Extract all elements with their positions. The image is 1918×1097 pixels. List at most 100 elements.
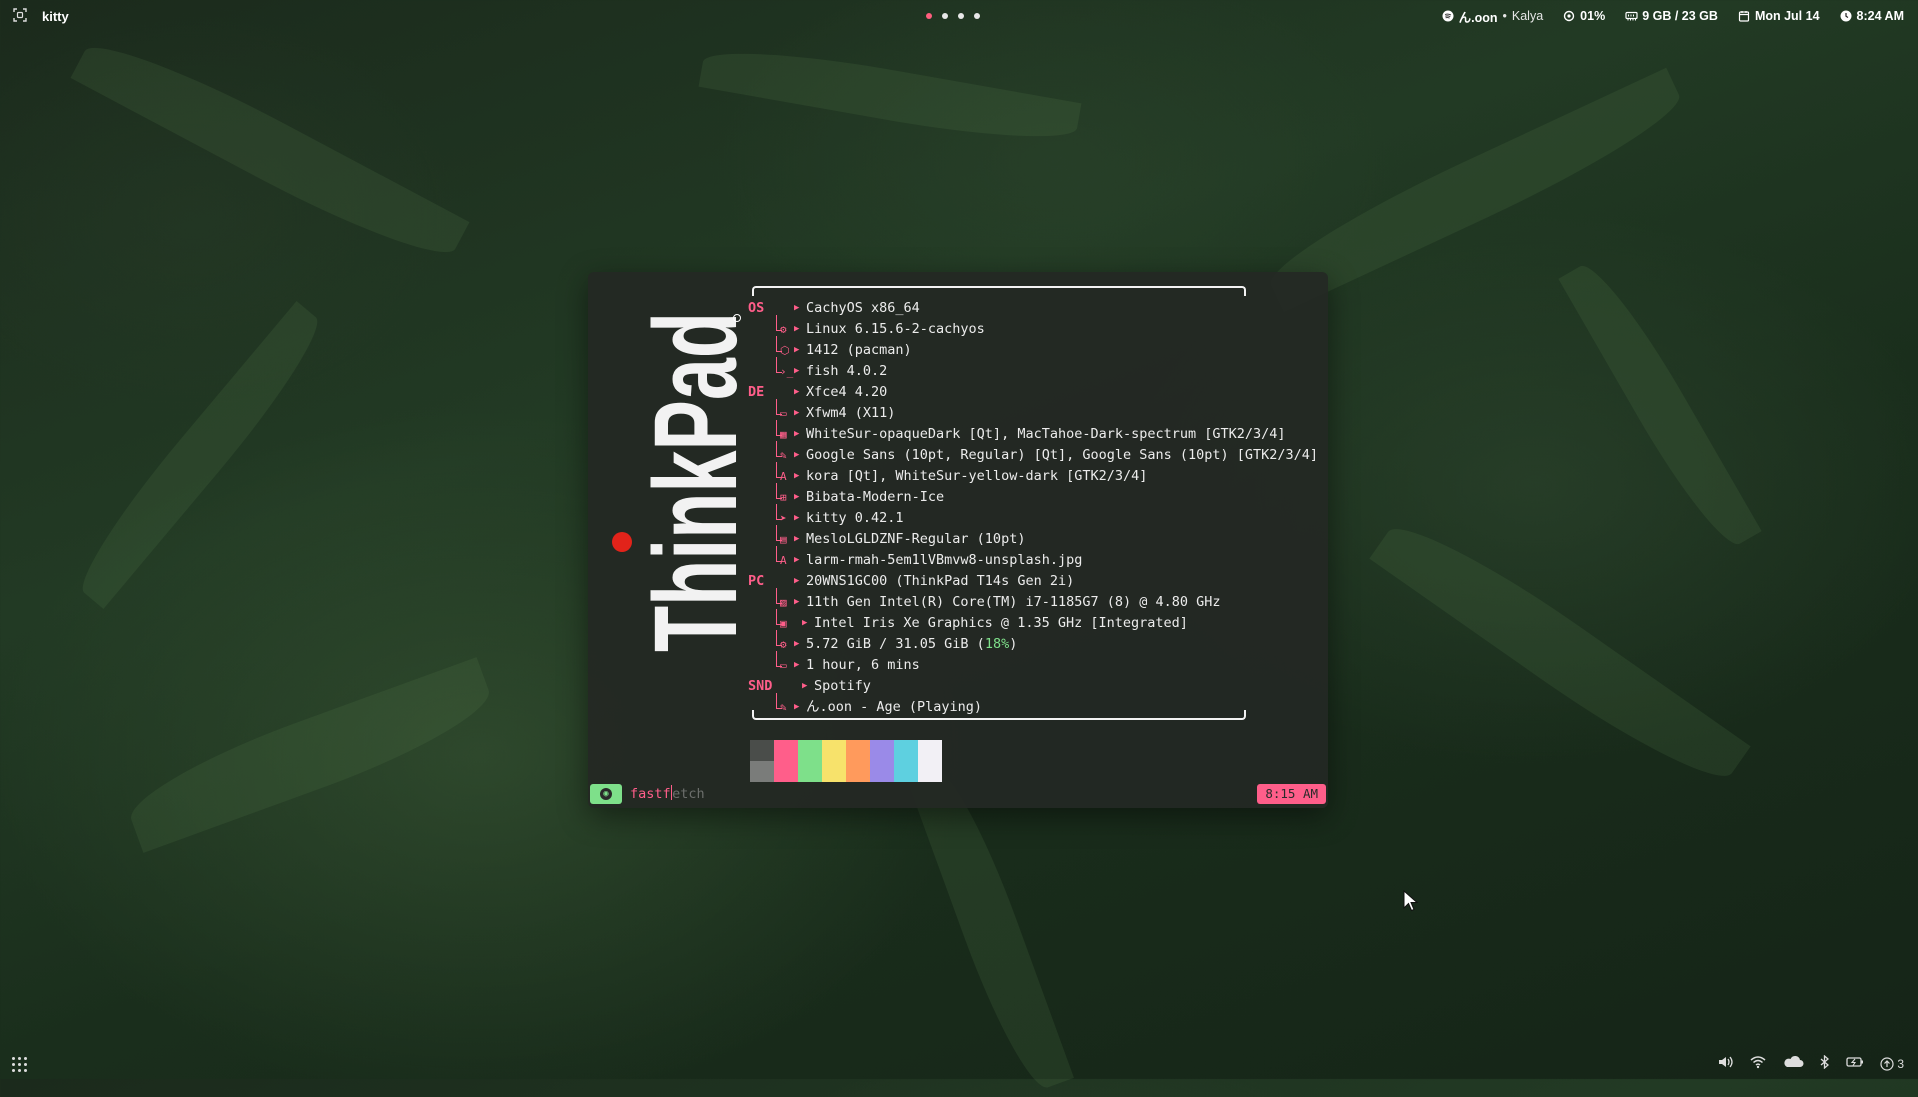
active-window-indicator[interactable]: kitty xyxy=(12,0,69,32)
row-icon: ➤ xyxy=(780,512,787,525)
clock-widget[interactable]: 8:24 AM xyxy=(1840,9,1904,23)
info-row: A ▶ kora [Qt], WhiteSur-yellow-dark [GTK2/… xyxy=(746,462,1326,487)
row-icon: ▣ xyxy=(780,617,787,630)
info-row: ⚙ ▶ Linux 6.15.6-2-cachyos xyxy=(746,315,1326,340)
top-bar: kitty ん.oon • Kalya 01% 9 GB / 23 GB Mon… xyxy=(0,0,1918,32)
info-section-pc: PC ▶ 20WNS1GC00 (ThinkPad T14s Gen 2i) xyxy=(746,571,1326,592)
battery-icon[interactable] xyxy=(1846,1055,1864,1072)
cpu-widget[interactable]: 01% xyxy=(1563,9,1605,23)
info-row: ✎ ▶ Google Sans (10pt, Regular) [Qt], Goog… xyxy=(746,441,1326,466)
system-tray: 3 xyxy=(1718,1054,1904,1072)
chevron-right-icon: ▶ xyxy=(794,324,800,334)
workspace-switcher[interactable] xyxy=(926,8,980,24)
info-value: kora [Qt], WhiteSur-yellow-dark [GTK2/3/… xyxy=(806,468,1148,484)
updates-count: 3 xyxy=(1897,1056,1904,1071)
info-value: 1412 (pacman) xyxy=(806,342,912,358)
info-row: ⊞ ▶ Bibata-Modern-Ice xyxy=(746,483,1326,508)
info-value: 20WNS1GC00 (ThinkPad T14s Gen 2i) xyxy=(806,573,1075,589)
media-title: Kalya xyxy=(1511,9,1544,23)
date-widget[interactable]: Mon Jul 14 xyxy=(1738,9,1820,23)
color-swatch xyxy=(894,740,918,782)
color-swatch xyxy=(918,740,942,782)
row-icon: ›_ xyxy=(780,365,794,378)
active-app-name: kitty xyxy=(42,8,69,24)
chevron-right-icon: ▶ xyxy=(794,387,800,397)
row-icon: A xyxy=(780,554,787,567)
fastfetch-frame-top xyxy=(752,286,1246,296)
info-value: CachyOS x86_64 xyxy=(806,300,920,316)
clock-text: 8:24 AM xyxy=(1856,9,1904,23)
command-input[interactable]: fastf etch xyxy=(630,785,705,802)
fastfetch-info: OS ▶ CachyOS x86_64 ⚙ ▶ Linux 6.15.6-2-cachyo… xyxy=(746,298,1326,718)
info-value: Intel Iris Xe Graphics @ 1.35 GHz [Integ… xyxy=(814,615,1188,631)
wifi-icon[interactable] xyxy=(1750,1055,1766,1072)
calendar-icon xyxy=(1738,10,1750,22)
color-swatch xyxy=(822,740,846,782)
chevron-right-icon: ▶ xyxy=(794,513,800,523)
row-icon: ✎ xyxy=(780,449,787,462)
color-swatch xyxy=(846,740,870,782)
info-value: Google Sans (10pt, Regular) [Qt], Google… xyxy=(806,447,1319,463)
window-icon xyxy=(12,7,28,26)
info-value: 11th Gen Intel(R) Core(TM) i7-1185G7 (8)… xyxy=(806,594,1221,610)
volume-icon[interactable] xyxy=(1718,1055,1734,1072)
chevron-right-icon: ▶ xyxy=(794,597,800,607)
mouse-pointer-icon xyxy=(1403,890,1419,912)
chevron-right-icon: ▶ xyxy=(794,450,800,460)
workspace-1[interactable] xyxy=(926,13,932,19)
memory-usage: 9 GB / 23 GB xyxy=(1642,9,1718,23)
section-key: PC xyxy=(748,573,765,589)
thinkpad-logo-text: ThinkPad xyxy=(630,312,748,652)
info-value: Xfce4 4.20 xyxy=(806,384,888,400)
info-value: fish 4.0.2 xyxy=(806,363,888,379)
row-icon: ▦ xyxy=(780,428,787,441)
memory-percent: 18% xyxy=(984,636,1010,652)
bottom-bar: 3 xyxy=(0,1049,1918,1079)
app-grid-icon[interactable] xyxy=(12,1057,28,1073)
info-section-de: DE ▶ Xfce4 4.20 xyxy=(746,382,1326,403)
info-row: ▭ ▶ Xfwm4 (X11) xyxy=(746,399,1326,424)
memory-widget[interactable]: 9 GB / 23 GB xyxy=(1625,9,1718,23)
row-icon: ▭ xyxy=(780,659,787,672)
date-text: Mon Jul 14 xyxy=(1754,9,1820,23)
update-arrow-icon xyxy=(1880,1056,1894,1071)
workspace-3[interactable] xyxy=(958,13,964,19)
workspace-4[interactable] xyxy=(974,13,980,19)
cloud-icon[interactable] xyxy=(1782,1055,1804,1072)
updates-indicator[interactable]: 3 xyxy=(1880,1057,1904,1071)
cpu-icon xyxy=(1563,10,1575,22)
chevron-right-icon: ▶ xyxy=(794,408,800,418)
chevron-right-icon: ▶ xyxy=(802,681,808,691)
row-icon: ▨ xyxy=(780,596,787,609)
section-key: SND xyxy=(748,678,773,694)
color-palette xyxy=(750,740,942,782)
bluetooth-icon[interactable] xyxy=(1820,1054,1830,1072)
chevron-right-icon: ▶ xyxy=(794,576,800,586)
cachyos-icon: ◉ xyxy=(600,788,612,800)
media-artist: ん.oon xyxy=(1458,10,1498,25)
row-icon: ▤ xyxy=(780,533,787,546)
info-row: ⚙ ▶ 5.72 GiB / 31.05 GiB (18%) xyxy=(746,630,1326,655)
info-value: WhiteSur-opaqueDark [Qt], MacTahoe-Dark-… xyxy=(806,426,1286,442)
chevron-right-icon: ▶ xyxy=(794,345,800,355)
color-swatch xyxy=(870,740,894,782)
kitty-terminal-window[interactable]: ThinkPad OS ▶ CachyOS x86_64 ⚙ ▶ Linux 6.15.6… xyxy=(588,272,1328,808)
color-swatch xyxy=(774,740,798,782)
chevron-right-icon: ▶ xyxy=(794,534,800,544)
chevron-right-icon: ▶ xyxy=(794,471,800,481)
workspace-2[interactable] xyxy=(942,13,948,19)
prompt-badge: ◉ xyxy=(590,784,622,804)
info-value: kitty 0.42.1 xyxy=(806,510,904,526)
chevron-right-icon: ▶ xyxy=(794,366,800,376)
media-widget[interactable]: ん.oon • Kalya xyxy=(1442,7,1544,26)
cpu-usage: 01% xyxy=(1580,9,1606,23)
info-section-snd: SND ▶ Spotify xyxy=(746,676,1326,697)
media-separator: • xyxy=(1502,9,1507,23)
row-icon: ⚙ xyxy=(780,323,787,336)
shell-prompt[interactable]: ◉ fastf etch 8:15 AM xyxy=(588,782,1328,806)
info-value: Spotify xyxy=(814,678,871,694)
row-icon: A xyxy=(780,470,787,483)
spotify-icon xyxy=(1442,10,1454,22)
prompt-time: 8:15 AM xyxy=(1257,784,1326,804)
chevron-right-icon: ▶ xyxy=(794,639,800,649)
